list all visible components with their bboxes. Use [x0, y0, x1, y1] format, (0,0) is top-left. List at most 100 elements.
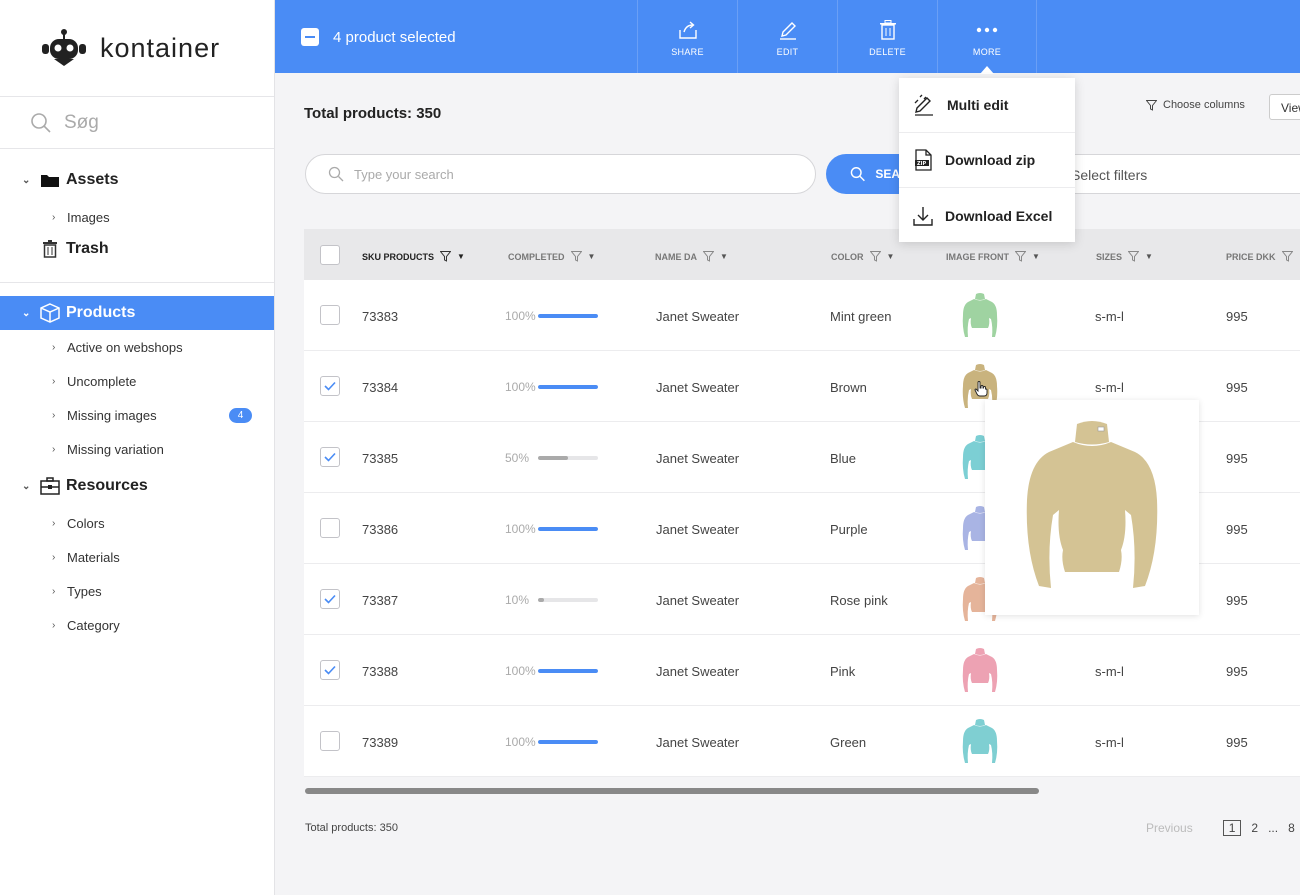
name-cell: Janet Sweater	[656, 451, 740, 466]
download-excel-menu-item[interactable]: Download Excel	[899, 188, 1075, 243]
selected-count: 4 product selected	[333, 29, 456, 46]
choose-columns-button[interactable]: Choose columns	[1146, 99, 1245, 111]
download-zip-menu-item[interactable]: ZIP Download zip	[899, 133, 1075, 188]
price-cell: 995	[1226, 735, 1248, 750]
column-label: SKU PRODUCTS	[362, 251, 435, 262]
chevron-right-icon[interactable]: ›	[52, 552, 64, 563]
assets-tree: ⌄ Assets › Images Trash	[0, 149, 274, 283]
chevron-right-icon[interactable]: ›	[52, 518, 64, 529]
chevron-down-icon[interactable]: ⌄	[22, 175, 34, 186]
column-label: SIZES	[1096, 251, 1123, 262]
product-thumbnail[interactable]	[960, 291, 1000, 341]
column-completed[interactable]: COMPLETED ▼	[508, 251, 595, 262]
delete-label: DELETE	[869, 46, 906, 57]
sort-icon[interactable]: ▼	[1145, 252, 1153, 261]
sidebar-item-missing-images[interactable]: › Missing images 4	[0, 398, 274, 432]
sort-icon[interactable]: ▼	[1032, 252, 1040, 261]
table-row[interactable]: 73389 100% Janet Sweater Green s-m-l 995	[304, 706, 1300, 777]
chevron-right-icon[interactable]: ›	[52, 212, 64, 223]
sidebar-item-uncomplete[interactable]: › Uncomplete	[0, 364, 274, 398]
sort-icon[interactable]: ▼	[588, 252, 596, 261]
sidebar-item-products[interactable]: ⌄ Products	[0, 296, 274, 330]
edit-button[interactable]: EDIT	[737, 0, 837, 73]
sku-cell: 73383	[362, 309, 399, 324]
chevron-down-icon[interactable]: ⌄	[22, 308, 34, 319]
completed-percent: 50%	[505, 451, 530, 465]
sizes-cell: s-m-l	[1095, 380, 1124, 395]
share-button[interactable]: SHARE	[637, 0, 737, 73]
choose-columns-label: Choose columns	[1163, 99, 1245, 111]
check-icon	[324, 452, 336, 462]
column-label: PRICE DKK	[1226, 251, 1276, 262]
filter-icon[interactable]	[440, 251, 452, 262]
row-checkbox[interactable]	[320, 731, 340, 751]
previous-page-button[interactable]: Previous	[1146, 821, 1193, 835]
page-2-button[interactable]: 2	[1251, 821, 1258, 835]
row-checkbox[interactable]	[320, 589, 340, 609]
table-row[interactable]: 73388 100% Janet Sweater Pink s-m-l 995	[304, 635, 1300, 706]
svg-text:ZIP: ZIP	[917, 161, 926, 167]
chevron-right-icon[interactable]: ›	[52, 342, 64, 353]
product-search-input[interactable]: Type your search	[305, 154, 816, 194]
sidebar-item-trash[interactable]: Trash	[0, 234, 274, 264]
page-1-button[interactable]: 1	[1222, 820, 1242, 836]
more-button[interactable]: MORE	[937, 0, 1037, 73]
sort-icon[interactable]: ▼	[720, 252, 728, 261]
sidebar-item-active-on-webshops[interactable]: › Active on webshops	[0, 330, 274, 364]
product-thumbnail[interactable]	[960, 646, 1000, 696]
sidebar-item-assets[interactable]: ⌄ Assets	[0, 165, 274, 195]
sku-cell: 73387	[362, 593, 399, 608]
multi-edit-menu-item[interactable]: Multi edit	[899, 78, 1075, 133]
deselect-all-checkbox[interactable]	[301, 28, 319, 46]
filter-icon[interactable]	[703, 251, 714, 262]
search-icon	[31, 112, 51, 133]
product-thumbnail[interactable]	[960, 717, 1000, 767]
row-checkbox[interactable]	[320, 660, 340, 680]
row-checkbox[interactable]	[320, 305, 340, 325]
sidebar-item-materials[interactable]: › Materials	[0, 540, 274, 574]
chevron-right-icon[interactable]: ›	[52, 376, 64, 387]
column-price[interactable]: PRICE DKK	[1226, 251, 1293, 262]
sidebar-item-types[interactable]: › Types	[0, 574, 274, 608]
filter-icon[interactable]	[1128, 251, 1140, 262]
sidebar-item-category[interactable]: › Category	[0, 608, 274, 642]
sidebar-item-missing-variation[interactable]: › Missing variation	[0, 432, 274, 466]
chevron-right-icon[interactable]: ›	[52, 620, 64, 631]
filter-icon[interactable]	[1281, 251, 1293, 262]
column-sizes[interactable]: SIZES ▼	[1096, 251, 1153, 262]
horizontal-scrollbar[interactable]	[305, 788, 1039, 794]
column-sku[interactable]: SKU PRODUCTS ▼	[362, 251, 465, 262]
sidebar-item-colors[interactable]: › Colors	[0, 506, 274, 540]
delete-button[interactable]: DELETE	[837, 0, 937, 73]
logo[interactable]: kontainer	[0, 0, 274, 97]
chevron-right-icon[interactable]: ›	[52, 586, 64, 597]
page-8-button[interactable]: 8	[1288, 821, 1295, 835]
chevron-right-icon[interactable]: ›	[52, 410, 64, 421]
select-all-checkbox[interactable]	[320, 245, 340, 265]
sidebar-item-label: Types	[67, 583, 102, 599]
sort-icon[interactable]: ▼	[887, 252, 895, 261]
column-name[interactable]: NAME DA ▼	[655, 251, 728, 262]
column-image[interactable]: IMAGE FRONT ▼	[946, 251, 1040, 262]
sort-icon[interactable]: ▼	[457, 252, 465, 261]
sidebar-item-images[interactable]: › Images	[0, 200, 274, 234]
color-cell: Green	[830, 735, 867, 750]
row-checkbox[interactable]	[320, 376, 340, 396]
color-cell: Purple	[830, 522, 868, 537]
filters-select[interactable]: Select filters	[1060, 154, 1300, 194]
row-checkbox[interactable]	[320, 518, 340, 538]
sidebar-search[interactable]: Søg	[0, 97, 274, 149]
table-row[interactable]: 73383 100% Janet Sweater Mint green s-m-l 995	[304, 280, 1300, 351]
completion-progress-bar	[538, 527, 598, 531]
menu-item-label: Multi edit	[947, 97, 1009, 113]
sidebar-item-resources[interactable]: ⌄ Resources	[0, 466, 274, 506]
chevron-right-icon[interactable]: ›	[52, 444, 64, 455]
view-button[interactable]: View	[1269, 94, 1300, 120]
filter-icon[interactable]	[1015, 251, 1026, 262]
filter-icon[interactable]	[570, 251, 582, 262]
chevron-down-icon[interactable]: ⌄	[22, 481, 34, 492]
row-checkbox[interactable]	[320, 447, 340, 467]
filter-icon[interactable]	[869, 251, 881, 262]
column-color[interactable]: COLOR ▼	[831, 251, 894, 262]
briefcase-icon	[40, 477, 60, 495]
